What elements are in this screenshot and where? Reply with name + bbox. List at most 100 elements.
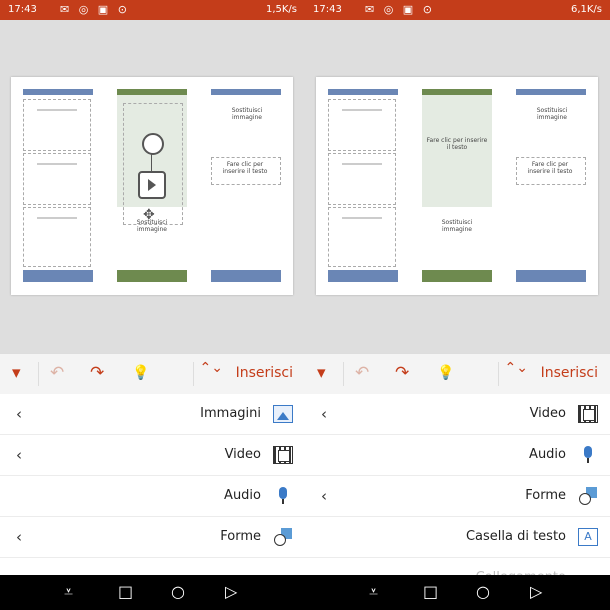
nav-home-icon[interactable]: ○	[476, 582, 490, 601]
text-placeholder[interactable]	[328, 153, 396, 205]
tab-inserisci[interactable]: Inserisci	[236, 365, 293, 381]
text-placeholder[interactable]	[328, 207, 396, 267]
menu-item-video[interactable]: ‹ Video	[305, 394, 610, 435]
undo-icon[interactable]: ↶	[50, 363, 64, 383]
selected-media-handles[interactable]: ✥	[136, 133, 168, 229]
ribbon-menu-arrow-icon[interactable]: ▾	[317, 363, 326, 383]
film-icon	[578, 405, 598, 423]
menu-item-label: Immagini	[200, 406, 261, 421]
panel-title: Sostituisci immagine	[231, 107, 263, 121]
slide-panel-left[interactable]	[23, 89, 93, 282]
nav-menu-icon[interactable]: ⩡	[64, 582, 73, 602]
chevron-icon: ‹	[321, 405, 327, 423]
shapes-icon	[578, 487, 598, 505]
nav-recents-icon[interactable]: □	[118, 582, 133, 601]
text-line	[37, 109, 77, 111]
image-placeholder[interactable]	[422, 95, 492, 207]
chevron-icon: ‹	[16, 446, 22, 464]
text-line	[342, 109, 382, 111]
redo-icon[interactable]: ↷	[90, 363, 104, 383]
slide-panel-right[interactable]: Sostituisci immagine Fare clic per inser…	[211, 89, 281, 282]
panel-top-bar	[516, 89, 586, 95]
chevron-icon: ‹	[16, 405, 22, 423]
menu-item-forme[interactable]: ‹ Forme	[0, 517, 305, 558]
panel-top-bar	[328, 89, 398, 95]
status-icons: ✉ ◎ ▣ ⊙	[60, 3, 130, 16]
status-icons: ✉ ◎ ▣ ⊙	[365, 3, 435, 16]
slide-thumbnail[interactable]: Fare clic per inserire il testo Sostitui…	[316, 77, 598, 295]
image-icon	[273, 405, 293, 423]
text-placeholder[interactable]	[23, 99, 91, 151]
panel-bottom-bar	[516, 270, 586, 282]
menu-item-label: Audio	[529, 447, 566, 462]
nav-menu-icon[interactable]: ⩡	[369, 582, 378, 602]
slide-panel-middle[interactable]: Fare clic per inserire il testo Sostitui…	[422, 89, 492, 282]
status-time: 17:43	[8, 4, 37, 15]
insert-menu-list: ‹ Video Audio ‹ Forme Casella di testo A…	[305, 394, 610, 599]
menu-item-label: Forme	[525, 488, 566, 503]
ribbon-menu-arrow-icon[interactable]: ▾	[12, 363, 21, 383]
text-placeholder[interactable]	[23, 153, 91, 205]
menu-item-audio[interactable]: Audio	[0, 476, 305, 517]
image-placeholder-text: Fare clic per inserire il testo	[426, 137, 488, 151]
textbox-icon: A	[578, 528, 598, 546]
panel-subtitle: Fare clic per inserire il testo	[222, 161, 268, 175]
nav-home-icon[interactable]: ○	[171, 582, 185, 601]
menu-item-label: Video	[224, 447, 261, 462]
tab-inserisci[interactable]: Inserisci	[541, 365, 598, 381]
toolbar-divider	[38, 362, 39, 386]
text-line	[342, 217, 382, 219]
panel-bottom-bar	[211, 270, 281, 282]
toolbar-divider	[498, 362, 499, 386]
menu-item-forme[interactable]: ‹ Forme	[305, 476, 610, 517]
nav-back-icon[interactable]: ▷	[225, 582, 237, 601]
toolbar-divider	[343, 362, 344, 386]
panel-bottom-bar	[23, 270, 93, 282]
tab-switch-icon[interactable]: ⌃⌄	[505, 361, 528, 375]
menu-item-audio[interactable]: Audio	[305, 435, 610, 476]
android-nav-bar: ⩡ □ ○ ▷	[305, 575, 610, 610]
insert-menu-list: ‹ Immagini ‹ Video Audio ‹ Forme	[0, 394, 305, 558]
panel-subtitle: Fare clic per inserire il testo	[527, 161, 573, 175]
slide-panel-left[interactable]	[328, 89, 398, 282]
toolbar-divider	[193, 362, 194, 386]
menu-item-label: Forme	[220, 529, 261, 544]
menu-item-label: Casella di testo	[465, 529, 566, 544]
image-caption: Sostituisci immagine	[441, 219, 473, 233]
slide-thumbnail[interactable]: Sostituisci immagine Sostituisci immagin…	[11, 77, 293, 295]
lightbulb-icon[interactable]: 💡	[437, 363, 454, 383]
panel-bottom-bar	[328, 270, 398, 282]
menu-item-immagini[interactable]: ‹ Immagini	[0, 394, 305, 435]
video-object-icon[interactable]	[138, 171, 166, 199]
text-line	[342, 163, 382, 165]
redo-icon[interactable]: ↷	[395, 363, 409, 383]
panel-bottom-bar	[117, 270, 187, 282]
handle-stem	[151, 153, 152, 171]
text-placeholder[interactable]	[328, 99, 396, 151]
menu-item-casella-di-testo[interactable]: Casella di testo A	[305, 517, 610, 558]
phone-screen-right: 17:43 ✉ ◎ ▣ ⊙ 6,1K/s Fare clic per inser…	[305, 0, 610, 610]
slide-canvas-area[interactable]: Sostituisci immagine Sostituisci immagin…	[0, 20, 305, 353]
ribbon-toolbar: ▾ ↶ ↷ 💡 ⌃⌄ Inserisci	[305, 353, 610, 395]
lightbulb-icon[interactable]: 💡	[132, 363, 149, 383]
nav-recents-icon[interactable]: □	[423, 582, 438, 601]
menu-item-video[interactable]: ‹ Video	[0, 435, 305, 476]
slide-canvas-area[interactable]: Fare clic per inserire il testo Sostitui…	[305, 20, 610, 353]
move-handle-icon[interactable]: ✥	[143, 207, 155, 223]
network-speed: 1,5K/s	[265, 4, 297, 15]
menu-item-label: Video	[529, 406, 566, 421]
phone-screen-left: 17:43 ✉ ◎ ▣ ⊙ 1,5K/s Sostituisci immagin…	[0, 0, 305, 610]
panel-top-bar	[23, 89, 93, 95]
chevron-icon: ‹	[321, 487, 327, 505]
shapes-icon	[273, 528, 293, 546]
nav-back-icon[interactable]: ▷	[530, 582, 542, 601]
rotate-handle[interactable]	[142, 133, 164, 155]
slide-panel-right[interactable]: Sostituisci immagine Fare clic per inser…	[516, 89, 586, 282]
android-nav-bar: ⩡ □ ○ ▷	[0, 575, 305, 610]
text-placeholder[interactable]	[23, 207, 91, 267]
status-time: 17:43	[313, 4, 342, 15]
network-speed: 6,1K/s	[570, 4, 602, 15]
menu-item-label: Audio	[224, 488, 261, 503]
tab-switch-icon[interactable]: ⌃⌄	[200, 361, 223, 375]
undo-icon[interactable]: ↶	[355, 363, 369, 383]
